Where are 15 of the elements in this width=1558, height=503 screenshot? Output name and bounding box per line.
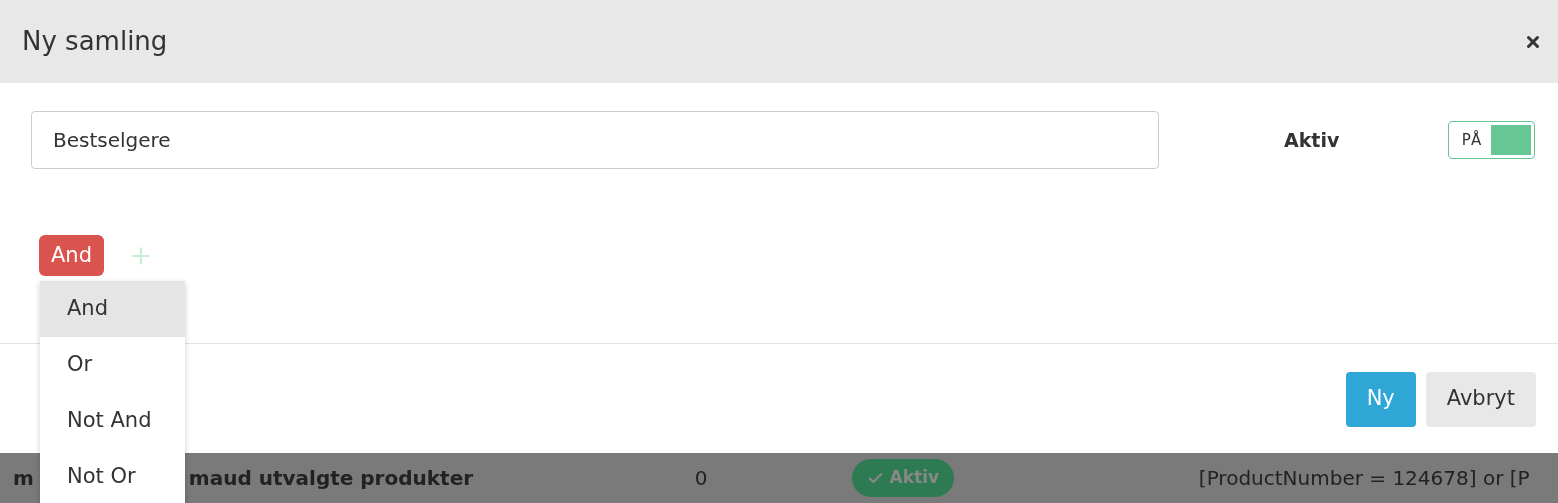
active-label: Aktiv bbox=[1284, 127, 1340, 153]
table-cell-text: [ProductNumber = 124678] or [P bbox=[1198, 465, 1530, 492]
dialog-title: Ny samling bbox=[22, 25, 168, 58]
operator-button[interactable]: And bbox=[39, 235, 104, 276]
cancel-button[interactable]: Avbryt bbox=[1425, 371, 1536, 427]
menu-item[interactable]: Or bbox=[40, 337, 185, 393]
active-toggle[interactable]: PÅ bbox=[1448, 121, 1535, 159]
table-cell-text: 0 bbox=[694, 465, 709, 492]
table-cell-text: m bbox=[13, 465, 34, 492]
status-badge: Aktiv bbox=[851, 459, 954, 497]
table-cell-text: maud utvalgte produkter bbox=[188, 465, 475, 492]
menu-item[interactable]: Not And bbox=[40, 393, 185, 449]
name-field[interactable]: Bestselgere bbox=[31, 111, 1159, 169]
menu-item[interactable]: Not Or bbox=[40, 449, 185, 503]
menu-item[interactable]: And bbox=[40, 281, 185, 337]
